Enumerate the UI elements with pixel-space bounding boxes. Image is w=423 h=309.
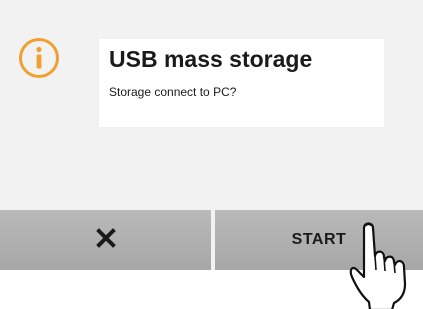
start-button-label: START [291,231,347,248]
message-box: USB mass storage Storage connect to PC? [99,39,384,127]
info-icon [18,37,60,79]
dialog-message: Storage connect to PC? [109,85,237,99]
screen: USB mass storage Storage connect to PC? … [0,0,423,309]
dialog-title: USB mass storage [109,46,313,72]
dialog-panel: USB mass storage Storage connect to PC? [0,0,423,210]
cancel-button[interactable] [0,210,211,270]
close-icon [95,227,116,253]
button-bar: START [0,210,423,270]
start-button[interactable]: START [215,210,423,270]
